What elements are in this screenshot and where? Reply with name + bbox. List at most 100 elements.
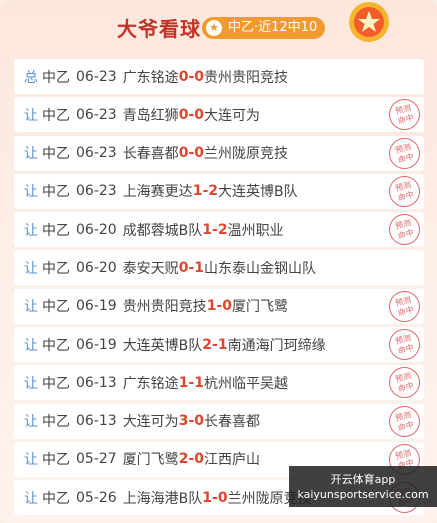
row-tag: 让 [24, 452, 38, 469]
away-team: 厦门飞鹭 [232, 299, 288, 316]
home-score: 0 [178, 68, 189, 85]
hit-stamp-icon: 预测命中 [385, 325, 424, 364]
row-date: 06-23 [76, 183, 117, 200]
row-tag: 让 [24, 375, 38, 392]
star-icon: ★ [206, 20, 222, 36]
away-team: 山东泰山金钢山队 [204, 260, 316, 277]
away-team: 大连英博B队 [218, 184, 298, 201]
row-tag: 让 [24, 107, 38, 124]
hit-stamp-icon: 预测命中 [385, 95, 424, 134]
prediction-row[interactable]: 让中乙 06-23 上海赛更达 1 - 2 大连英博B队 预测 命中 [14, 172, 424, 211]
home-team: 泰安天贶 [122, 260, 179, 277]
away-score: 2 [217, 221, 228, 238]
row-date: 06-23 [76, 145, 117, 162]
home-team: 厦门飞鹭 [122, 452, 179, 469]
home-team: 长春喜都 [122, 146, 179, 163]
row-date: 06-23 [76, 68, 117, 85]
row-date: 06-13 [76, 413, 117, 430]
row-tag: 让 [24, 222, 38, 239]
away-team: 杭州临平吴越 [204, 375, 288, 392]
watermark-line2: kaiyunsportservice.com [297, 487, 429, 501]
prediction-row[interactable]: 让中乙 06-20 成都蓉城B队 1 - 2 温州职业 预测 命中 [14, 210, 424, 249]
row-league: 中乙 [42, 375, 70, 392]
away-score: 0 [222, 298, 232, 315]
home-score: 1 [202, 489, 213, 506]
panel-header: 大爷看球 ★ 中乙·近12中10 [0, 0, 437, 56]
prediction-row[interactable]: 让中乙 06-23 长春喜都 0 - 0 兰州陇原竞技 预测 命中 [14, 134, 424, 173]
away-score: 0 [194, 106, 204, 123]
away-team: 长春喜都 [204, 414, 260, 431]
prediction-row[interactable]: 让中乙 06-20 泰安天贶 0 - 1 山东泰山金钢山队 [14, 250, 424, 286]
row-league: 中乙 [42, 184, 70, 201]
home-team: 贵州贵阳竞技 [122, 299, 207, 316]
home-team: 广东铭途 [122, 375, 179, 392]
row-date: 05-26 [76, 489, 117, 506]
stamp-text: 命中 [396, 380, 415, 394]
home-team: 成都蓉城B队 [122, 222, 203, 239]
row-date: 06-19 [76, 336, 117, 353]
hit-stamp-icon: 预测命中 [385, 287, 424, 326]
away-score: 0 [194, 451, 204, 468]
home-score: 1 [206, 298, 217, 315]
home-score: 0 [178, 259, 189, 276]
prediction-list: 总中乙 06-23 广东铭途 0 - 0 贵州贵阳竞技让中乙 06-23 青岛红狮 0 - 0… [14, 59, 424, 519]
away-team: 兰州陇原竞技 [204, 146, 288, 163]
away-team: 大连可为 [204, 107, 260, 124]
row-league: 中乙 [42, 260, 70, 277]
prediction-row[interactable]: 让中乙 06-23 青岛红狮 0 - 0 大连可为 预测 命中 [14, 95, 424, 134]
prediction-row[interactable]: 让中乙 06-13 广东铭途 1 - 1 杭州临平吴越 预测 命中 [14, 363, 424, 402]
home-team: 上海赛更达 [122, 184, 193, 201]
row-league: 中乙 [42, 452, 70, 469]
row-tag: 让 [24, 337, 38, 354]
home-team: 青岛红狮 [122, 107, 179, 124]
row-league: 中乙 [42, 490, 70, 507]
predictions-panel: 大爷看球 ★ 中乙·近12中10 总中乙 06-23 广东铭途 0 - 0 贵州贵阳竞技… [0, 0, 437, 523]
away-score: 0 [217, 489, 228, 506]
home-team: 广东铭途 [122, 69, 179, 86]
away-team: 江西庐山 [204, 452, 260, 469]
row-league: 中乙 [42, 69, 70, 86]
home-score: 0 [178, 145, 189, 162]
row-league: 中乙 [42, 146, 70, 163]
away-team: 南通海门珂缔缘 [227, 337, 326, 354]
record-badge: ★ 中乙·近12中10 [202, 17, 326, 39]
row-league: 中乙 [42, 299, 70, 316]
home-score: 1 [202, 221, 213, 238]
away-score: 0 [194, 413, 204, 430]
prediction-row[interactable]: 让中乙 06-13 大连可为 3 - 0 长春喜都 预测 命中 [14, 402, 424, 441]
home-score: 0 [178, 106, 189, 123]
home-score: 3 [178, 413, 189, 430]
row-tag: 让 [24, 414, 38, 431]
prediction-row[interactable]: 让中乙 06-19 贵州贵阳竞技 1 - 0 厦门飞鹭 预测 命中 [14, 287, 424, 326]
row-date: 06-19 [76, 298, 117, 315]
hit-stamp-icon: 预测命中 [385, 172, 424, 211]
prediction-row[interactable]: 让中乙 06-19 大连英博B队 2 - 1 南通海门珂缔缘 预测 命中 [14, 325, 424, 364]
away-score: 1 [194, 374, 204, 391]
home-score: 2 [178, 451, 189, 468]
row-date: 06-23 [76, 106, 117, 123]
row-league: 中乙 [42, 107, 70, 124]
medal-star-icon [349, 2, 389, 42]
home-score: 2 [202, 336, 213, 353]
home-team: 大连可为 [122, 414, 179, 431]
row-date: 06-20 [76, 259, 117, 276]
away-score: 1 [217, 336, 228, 353]
hit-stamp-icon: 预测命中 [385, 210, 424, 249]
watermark-line1: 开云体育app [330, 472, 396, 486]
away-team: 温州职业 [227, 222, 284, 239]
home-score: 1 [192, 183, 203, 200]
prediction-row[interactable]: 总中乙 06-23 广东铭途 0 - 0 贵州贵阳竞技 [14, 59, 424, 94]
away-score: 0 [194, 145, 204, 162]
watermark: 开云体育app kaiyunsportservice.com [289, 466, 437, 507]
row-tag: 让 [24, 184, 38, 201]
panel-title: 大爷看球 [117, 17, 201, 41]
row-league: 中乙 [42, 414, 70, 431]
row-tag: 让 [24, 490, 38, 507]
row-league: 中乙 [42, 337, 70, 354]
away-score: 0 [194, 68, 204, 85]
row-league: 中乙 [42, 222, 70, 239]
away-score: 1 [194, 259, 204, 276]
stamp-text: 命中 [396, 112, 415, 126]
row-tag: 总 [24, 69, 38, 86]
hit-stamp-icon: 预测命中 [385, 363, 424, 402]
